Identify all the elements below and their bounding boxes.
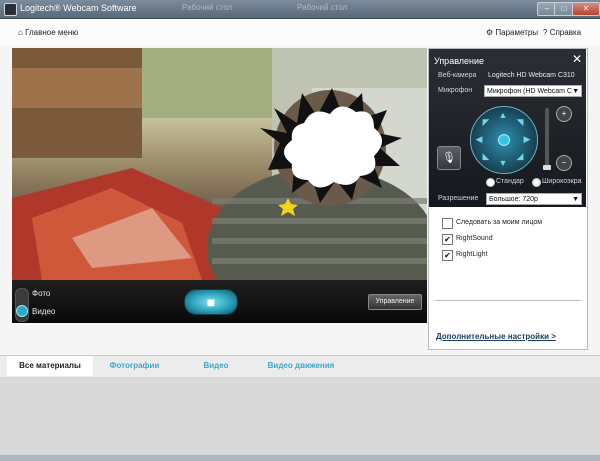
- camera-label: Веб-камера: [438, 72, 477, 79]
- tab-videos[interactable]: Видео: [176, 356, 256, 376]
- home-link[interactable]: ⌂ Главное меню: [18, 28, 78, 37]
- app-icon: [4, 3, 17, 16]
- help-label: Справка: [549, 28, 582, 37]
- follow-face-checkbox[interactable]: [442, 218, 453, 229]
- controls-button[interactable]: Управление: [368, 294, 422, 310]
- chevron-down-icon: ▼: [572, 88, 579, 95]
- arrow-down-right-icon[interactable]: ◢: [515, 151, 525, 161]
- background-window-title: Рабочий стол: [182, 3, 233, 12]
- chevron-down-icon: ▼: [572, 196, 579, 203]
- microphone-icon: 🎙: [442, 152, 456, 164]
- pan-center-button[interactable]: [498, 134, 510, 146]
- panel-divider: [435, 300, 581, 301]
- maximize-button[interactable]: □: [554, 2, 574, 16]
- home-icon: ⌂: [18, 28, 23, 37]
- resolution-dropdown[interactable]: Большое: 720р ▼: [486, 193, 582, 205]
- mic-dropdown-value: Микрофон (HD Webcam C: [487, 88, 572, 95]
- panel-title: Управление: [434, 56, 485, 66]
- settings-label: Параметры: [495, 28, 539, 37]
- webcam-preview-image: [12, 48, 427, 280]
- advanced-settings-link[interactable]: Дополнительные настройки >: [436, 332, 556, 341]
- home-label: Главное меню: [25, 28, 79, 37]
- view-wide-radio[interactable]: [532, 178, 541, 187]
- follow-face-label: Следовать за моим лицом: [456, 219, 543, 226]
- rightlight-checkbox[interactable]: ✔: [442, 250, 453, 261]
- window-bottom-border: [0, 455, 600, 461]
- arrow-right-icon[interactable]: ▶: [522, 134, 532, 144]
- mode-toggle-knob[interactable]: [16, 305, 28, 317]
- rightsound-checkbox[interactable]: ✔: [442, 234, 453, 245]
- microphone-mute-button[interactable]: 🎙: [437, 146, 461, 170]
- view-standard-radio[interactable]: [486, 178, 495, 187]
- rightsound-label: RightSound: [456, 235, 493, 242]
- resolution-dropdown-value: Большое: 720р: [489, 196, 538, 203]
- arrow-up-right-icon[interactable]: ◥: [515, 117, 525, 127]
- zoom-in-icon[interactable]: +: [556, 106, 572, 122]
- mic-dropdown[interactable]: Микрофон (HD Webcam C ▼: [484, 85, 582, 97]
- gear-icon: ⚙: [486, 28, 494, 37]
- mic-label: Микрофон: [438, 87, 473, 94]
- camera-value: Logitech HD Webcam C310: [488, 72, 575, 79]
- mode-video-label[interactable]: Видео: [32, 307, 55, 316]
- view-wide-label: Широкоэкра: [542, 178, 582, 185]
- arrow-up-icon[interactable]: ▲: [498, 110, 508, 120]
- zoom-slider[interactable]: [545, 108, 549, 168]
- help-icon: ?: [543, 28, 548, 37]
- tab-motion-videos[interactable]: Видео движения: [256, 356, 346, 376]
- view-standard-label: Стандар: [496, 178, 524, 185]
- resolution-label: Разрешение: [438, 195, 479, 202]
- background-window-title: Рабочий стол: [297, 3, 348, 12]
- webcam-viewer: [12, 48, 427, 323]
- zoom-out-icon[interactable]: −: [556, 155, 572, 171]
- gallery-content: [0, 377, 600, 455]
- panel-close-icon[interactable]: ✕: [570, 52, 584, 66]
- mode-photo-label[interactable]: Фото: [32, 289, 50, 298]
- header-bar: ⌂ Главное меню ⚙ Параметры ? Справка: [0, 19, 600, 45]
- settings-link[interactable]: ⚙ Параметры: [486, 28, 538, 37]
- arrow-left-icon[interactable]: ◀: [474, 134, 484, 144]
- arrow-down-icon[interactable]: ▼: [498, 158, 508, 168]
- arrow-down-left-icon[interactable]: ◣: [481, 151, 491, 161]
- webcam-preview: [12, 48, 427, 280]
- help-link[interactable]: ? Справка: [543, 28, 581, 37]
- tab-all-media[interactable]: Все материалы: [7, 356, 93, 376]
- arrow-up-left-icon[interactable]: ◤: [481, 117, 491, 127]
- tab-photos[interactable]: Фотографии: [93, 356, 176, 376]
- rightlight-label: RightLight: [456, 251, 488, 258]
- video-camera-icon: ■: [206, 294, 216, 310]
- window-title-bar[interactable]: Logitech® Webcam Software Рабочий стол Р…: [0, 0, 600, 19]
- window-title: Logitech® Webcam Software: [20, 3, 137, 13]
- record-button[interactable]: ■: [184, 289, 238, 315]
- zoom-slider-handle[interactable]: [543, 165, 551, 170]
- close-window-button[interactable]: ✕: [572, 2, 600, 16]
